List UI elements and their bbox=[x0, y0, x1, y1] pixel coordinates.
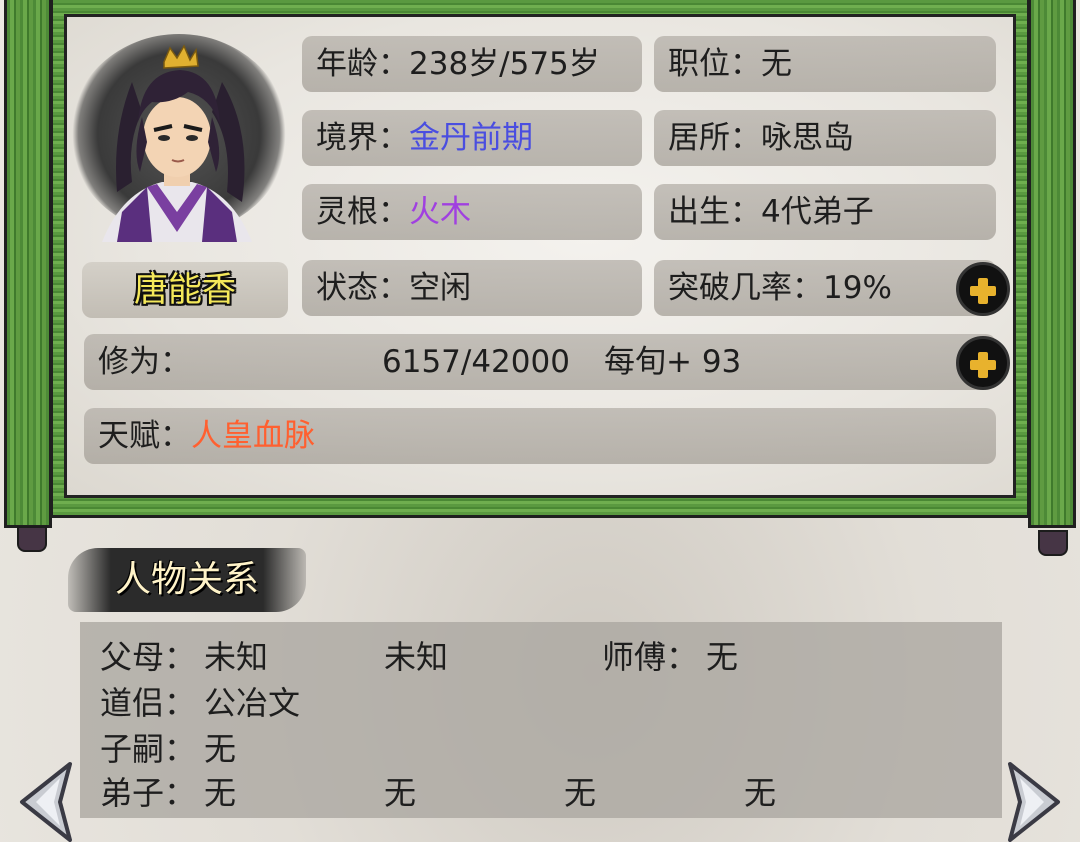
talent-label: 天赋： bbox=[98, 418, 191, 454]
breakthrough-value: 19% bbox=[823, 270, 892, 306]
disciple-4[interactable]: 无 bbox=[744, 768, 776, 814]
spirit-root-value: 火木 bbox=[409, 194, 471, 230]
age-label: 年龄： bbox=[316, 46, 409, 82]
cultivation-field: 修为： 6157/42000 每旬+ 93 bbox=[84, 334, 996, 390]
parent-2[interactable]: 未知 bbox=[384, 632, 448, 678]
add-breakthrough-button[interactable] bbox=[956, 262, 1010, 316]
children-value[interactable]: 无 bbox=[204, 724, 236, 770]
scroll-roller-left bbox=[4, 0, 52, 528]
parent-1[interactable]: 未知 bbox=[204, 632, 268, 678]
disciples-label: 弟子： bbox=[100, 774, 197, 812]
breakthrough-field: 突破几率：19% bbox=[654, 260, 996, 316]
character-portrait bbox=[102, 44, 252, 242]
roller-knob-right bbox=[1038, 530, 1068, 556]
position-field: 职位：无 bbox=[654, 36, 996, 92]
residence-label: 居所： bbox=[668, 120, 761, 156]
age-value: 238岁/575岁 bbox=[409, 46, 600, 82]
children-label: 子嗣： bbox=[100, 730, 197, 768]
disciple-2[interactable]: 无 bbox=[384, 768, 416, 814]
cultivation-label: 修为： bbox=[98, 344, 191, 380]
cultivation-rate: 每旬+ 93 bbox=[604, 344, 742, 380]
status-label: 状态： bbox=[316, 270, 409, 306]
residence-value: 咏思岛 bbox=[761, 120, 854, 156]
scroll-roller-right bbox=[1028, 0, 1076, 528]
realm-value: 金丹前期 bbox=[409, 120, 533, 156]
status-value: 空闲 bbox=[409, 270, 471, 306]
position-value: 无 bbox=[761, 46, 792, 82]
cultivation-value: 6157/42000 bbox=[382, 344, 570, 380]
realm-field: 境界：金丹前期 bbox=[302, 110, 642, 166]
partner-label: 道侣： bbox=[100, 684, 197, 722]
disciple-3[interactable]: 无 bbox=[564, 768, 596, 814]
birth-value: 4代弟子 bbox=[761, 194, 874, 230]
master-value[interactable]: 无 bbox=[706, 632, 738, 678]
character-name: 唐能香 bbox=[82, 262, 288, 318]
disciple-1[interactable]: 无 bbox=[204, 768, 236, 814]
age-field: 年龄：238岁/575岁 bbox=[302, 36, 642, 92]
partner-value[interactable]: 公冶文 bbox=[204, 678, 300, 724]
add-cultivation-button[interactable] bbox=[956, 336, 1010, 390]
spirit-root-label: 灵根： bbox=[316, 194, 409, 230]
status-field: 状态：空闲 bbox=[302, 260, 642, 316]
roller-knob-left bbox=[17, 526, 47, 552]
arrow-right-icon[interactable] bbox=[1004, 760, 1064, 842]
residence-field: 居所：咏思岛 bbox=[654, 110, 996, 166]
realm-label: 境界： bbox=[316, 120, 409, 156]
breakthrough-label: 突破几率： bbox=[668, 270, 823, 306]
position-label: 职位： bbox=[668, 46, 761, 82]
parents-label: 父母： bbox=[100, 638, 197, 676]
spirit-root-field: 灵根：火木 bbox=[302, 184, 642, 240]
talent-field: 天赋：人皇血脉 bbox=[84, 408, 996, 464]
birth-field: 出生：4代弟子 bbox=[654, 184, 996, 240]
arrow-left-icon[interactable] bbox=[16, 760, 76, 842]
relations-tab: 人物关系 bbox=[68, 548, 306, 612]
talent-value[interactable]: 人皇血脉 bbox=[191, 418, 315, 454]
birth-label: 出生： bbox=[668, 194, 761, 230]
master-label: 师傅： bbox=[602, 638, 699, 676]
